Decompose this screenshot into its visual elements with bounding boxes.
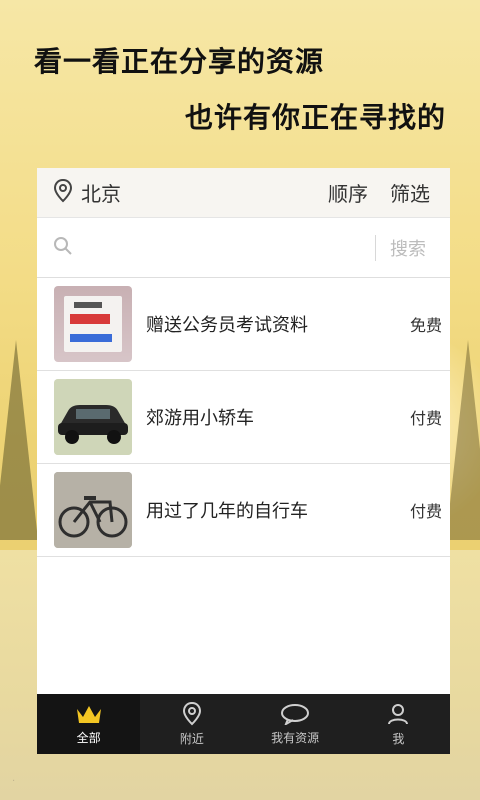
list-item[interactable]: 用过了几年的自行车 付费 xyxy=(37,464,450,557)
location-pin-icon xyxy=(182,701,202,726)
search-bar: 搜索 xyxy=(37,218,450,278)
background-watermark: . xyxy=(12,773,16,784)
list-item[interactable]: 赠送公务员考试资料 免费 xyxy=(37,278,450,371)
headline-line-2: 也许有你正在寻找的 xyxy=(184,101,446,134)
tab-label: 全部 xyxy=(76,730,101,745)
search-button[interactable]: 搜索 xyxy=(390,235,450,261)
chat-bubble-icon xyxy=(280,703,310,725)
resource-thumbnail xyxy=(54,379,132,455)
resource-list: 赠送公务员考试资料 免费 郊游用小轿车 付费 用过了几年的自行车 付费 xyxy=(37,278,450,557)
location-selector[interactable]: 北京 xyxy=(53,178,121,207)
search-icon xyxy=(53,236,73,260)
resource-price: 免费 xyxy=(409,316,442,335)
bottom-tab-bar: 全部 附近 我有资源 我 xyxy=(37,694,450,754)
search-input[interactable] xyxy=(83,230,361,265)
tab-nearby[interactable]: 附近 xyxy=(140,694,243,754)
resource-thumbnail xyxy=(54,286,132,362)
tab-label: 我 xyxy=(392,731,405,746)
headline-line-1: 看一看正在分享的资源 xyxy=(34,45,325,78)
list-item[interactable]: 郊游用小轿车 付费 xyxy=(37,371,450,464)
resource-thumbnail xyxy=(54,472,132,548)
tab-me[interactable]: 我 xyxy=(347,694,450,754)
tab-all[interactable]: 全部 xyxy=(37,694,141,754)
document-icon xyxy=(64,296,122,352)
location-pin-icon xyxy=(53,178,73,207)
bicycle-icon xyxy=(54,472,132,548)
resource-title: 郊游用小轿车 xyxy=(146,408,254,429)
crown-icon xyxy=(75,703,103,725)
top-bar: 北京 顺序 筛选 xyxy=(37,168,450,218)
resource-price: 付费 xyxy=(409,409,442,428)
app-screen: 北京 顺序 筛选 搜索 赠送公务员考试资料 免费 郊游用小轿车 付费 用过了几年… xyxy=(37,168,450,754)
resource-title: 赠送公务员考试资料 xyxy=(146,315,308,336)
resource-title: 用过了几年的自行车 xyxy=(146,501,308,522)
location-city: 北京 xyxy=(81,182,121,206)
filter-button[interactable]: 筛选 xyxy=(390,178,430,207)
tab-label: 附近 xyxy=(179,731,204,746)
search-divider xyxy=(375,234,376,261)
car-icon xyxy=(54,379,132,455)
user-icon xyxy=(386,702,410,726)
tab-my-resources[interactable]: 我有资源 xyxy=(244,694,347,754)
sort-button[interactable]: 顺序 xyxy=(328,178,368,207)
tab-label: 我有资源 xyxy=(271,730,320,745)
background-tree-left xyxy=(0,340,38,540)
resource-price: 付费 xyxy=(409,502,442,521)
background-tree-right xyxy=(446,340,480,540)
